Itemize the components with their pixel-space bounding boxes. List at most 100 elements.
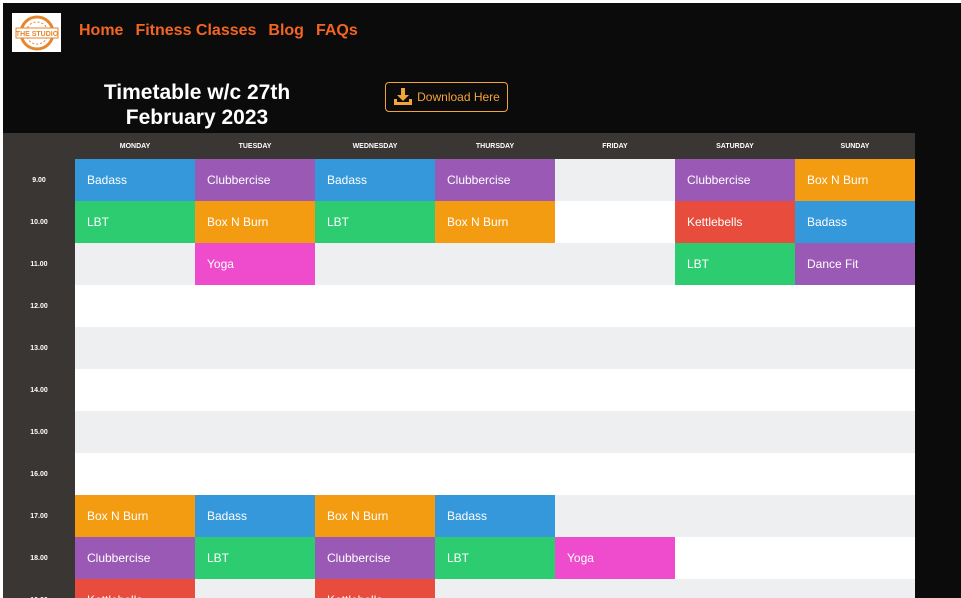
class-slot[interactable]: Clubbercise [75, 537, 195, 579]
class-slot[interactable]: Kettlebells [315, 579, 435, 598]
empty-slot [795, 537, 915, 579]
class-slot[interactable]: Badass [315, 159, 435, 201]
empty-slot [555, 453, 675, 495]
class-slot[interactable]: LBT [75, 201, 195, 243]
empty-slot [435, 285, 555, 327]
empty-slot [195, 411, 315, 453]
empty-slot [675, 579, 795, 598]
empty-slot [195, 453, 315, 495]
time-label: 9.00 [3, 159, 75, 201]
timetable-row: 13.00 [3, 327, 915, 369]
empty-slot [315, 327, 435, 369]
empty-slot [435, 579, 555, 598]
main-nav: Home Fitness Classes Blog FAQs [79, 22, 358, 40]
empty-slot [795, 285, 915, 327]
empty-slot [75, 453, 195, 495]
empty-slot [555, 285, 675, 327]
day-header-thursday: THURSDAY [475, 142, 515, 150]
title-line-1: Timetable w/c 27th [103, 81, 291, 104]
empty-slot [75, 285, 195, 327]
empty-slot [795, 579, 915, 598]
empty-slot [315, 453, 435, 495]
class-slot[interactable]: Box N Burn [435, 201, 555, 243]
class-slot[interactable]: Clubbercise [315, 537, 435, 579]
download-button[interactable]: Download Here [385, 82, 508, 112]
time-label: 19.00 [3, 579, 75, 598]
class-slot[interactable]: LBT [435, 537, 555, 579]
timetable-header: MONDAY TUESDAY WEDNESDAY THURSDAY FRIDAY SATU… [3, 133, 915, 159]
day-header-tuesday: TUESDAY [238, 142, 272, 150]
timetable-row: 9.00 Badass Clubbercise Badass Clubbercise Cl… [3, 159, 915, 201]
empty-slot [315, 285, 435, 327]
class-slot[interactable]: Box N Burn [195, 201, 315, 243]
empty-slot [315, 243, 435, 285]
nav-fitness-classes[interactable]: Fitness Classes [135, 22, 256, 40]
empty-slot [195, 579, 315, 598]
time-label: 15.00 [3, 411, 75, 453]
empty-slot [555, 159, 675, 201]
empty-slot [75, 411, 195, 453]
empty-slot [75, 369, 195, 411]
nav-faqs[interactable]: FAQs [316, 22, 358, 40]
empty-slot [195, 369, 315, 411]
class-slot[interactable]: Box N Burn [75, 495, 195, 537]
class-slot[interactable]: Kettlebells [75, 579, 195, 598]
empty-slot [675, 411, 795, 453]
class-slot[interactable]: Clubbercise [195, 159, 315, 201]
class-slot[interactable]: Badass [75, 159, 195, 201]
time-label: 12.00 [3, 285, 75, 327]
class-slot[interactable]: LBT [195, 537, 315, 579]
class-slot[interactable]: Dance Fit [795, 243, 915, 285]
class-slot[interactable]: Badass [795, 201, 915, 243]
empty-slot [555, 411, 675, 453]
svg-text:THE STUDIO: THE STUDIO [15, 31, 58, 38]
class-slot[interactable]: Clubbercise [435, 159, 555, 201]
empty-slot [555, 495, 675, 537]
empty-slot [675, 495, 795, 537]
empty-slot [675, 369, 795, 411]
empty-slot [555, 579, 675, 598]
class-slot[interactable]: Yoga [195, 243, 315, 285]
empty-slot [555, 327, 675, 369]
page: THE STUDIO Home Fitness Classes Blog FAQ… [3, 3, 961, 598]
empty-slot [555, 201, 675, 243]
class-slot[interactable]: Clubbercise [675, 159, 795, 201]
class-slot[interactable]: LBT [315, 201, 435, 243]
empty-slot [195, 285, 315, 327]
title-line-2: February 2023 [125, 106, 269, 129]
timetable-row: 18.00 Clubbercise LBT Clubbercise LBT Yoga [3, 537, 915, 579]
time-label: 18.00 [3, 537, 75, 579]
timetable-row: 14.00 [3, 369, 915, 411]
class-slot[interactable]: LBT [675, 243, 795, 285]
timetable-row: 16.00 [3, 453, 915, 495]
empty-slot [795, 369, 915, 411]
class-slot[interactable]: Yoga [555, 537, 675, 579]
day-header-saturday: SATURDAY [716, 142, 754, 150]
empty-slot [795, 495, 915, 537]
nav-blog[interactable]: Blog [268, 22, 304, 40]
class-slot[interactable]: Box N Burn [795, 159, 915, 201]
empty-slot [675, 285, 795, 327]
class-slot[interactable]: Box N Burn [315, 495, 435, 537]
class-slot[interactable]: Badass [435, 495, 555, 537]
timetable-row: 10.00 LBT Box N Burn LBT Box N Burn Kettlebel… [3, 201, 915, 243]
time-label: 14.00 [3, 369, 75, 411]
empty-slot [435, 453, 555, 495]
empty-slot [795, 453, 915, 495]
empty-slot [795, 411, 915, 453]
empty-slot [675, 453, 795, 495]
timetable-row: 19.00KettlebellsKettlebells [3, 579, 915, 598]
empty-slot [795, 327, 915, 369]
class-slot[interactable]: Kettlebells [675, 201, 795, 243]
time-label: 16.00 [3, 453, 75, 495]
timetable-row: 11.00 Yoga LBT Dance Fit [3, 243, 915, 285]
nav-home[interactable]: Home [79, 22, 123, 40]
logo-stamp-icon: THE STUDIO [15, 15, 58, 50]
empty-slot [315, 411, 435, 453]
studio-logo[interactable]: THE STUDIO [12, 13, 61, 52]
download-label: Download Here [417, 90, 500, 104]
empty-slot [435, 411, 555, 453]
class-slot[interactable]: Badass [195, 495, 315, 537]
time-label: 11.00 [3, 243, 75, 285]
time-label: 13.00 [3, 327, 75, 369]
